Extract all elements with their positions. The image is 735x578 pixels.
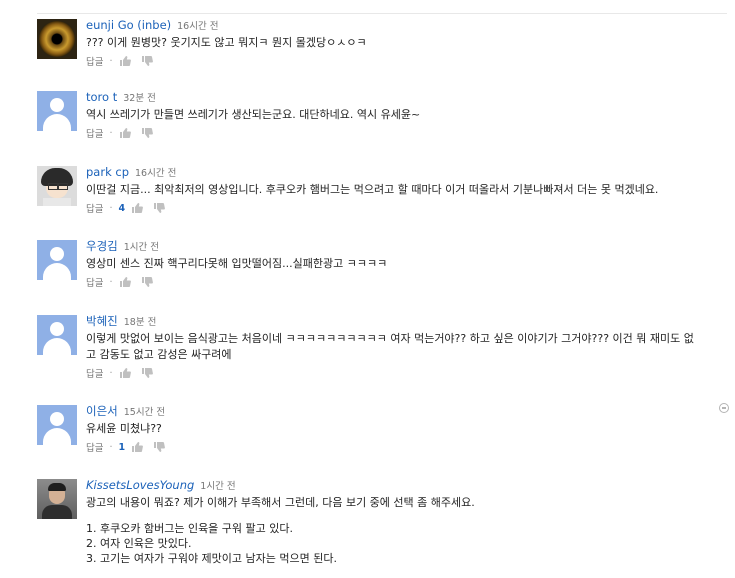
- comment-time[interactable]: 18분 전: [124, 317, 157, 328]
- like-count: 4: [118, 202, 126, 214]
- thumbs-up-icon[interactable]: [131, 202, 144, 214]
- thumbs-up-icon[interactable]: [131, 441, 144, 453]
- default-avatar-icon[interactable]: [37, 240, 77, 280]
- reply-button[interactable]: 답글: [86, 54, 103, 68]
- eye-avatar-icon[interactable]: [37, 19, 77, 59]
- comment-text-line: [86, 511, 726, 521]
- thumbs-down-icon[interactable]: [141, 127, 153, 139]
- reply-button[interactable]: 답글: [86, 440, 103, 454]
- comment-author[interactable]: 이은서: [86, 404, 118, 418]
- thumbs-down-icon[interactable]: [141, 276, 153, 288]
- reply-button[interactable]: 답글: [86, 275, 103, 289]
- anime-avatar-icon[interactable]: [37, 166, 77, 206]
- thumbs-up-icon[interactable]: [119, 127, 131, 139]
- comment-time[interactable]: 16시간 전: [177, 21, 218, 32]
- comment-text-line: 고 감동도 없고 감성은 싸구려에: [86, 348, 232, 361]
- comment-author[interactable]: toro t: [86, 90, 117, 104]
- divider: [37, 13, 727, 14]
- comment-text-line: 3. 고기는 여자가 구워야 제맛이고 남자는 먹으면 된다.: [86, 552, 337, 565]
- default-avatar-icon[interactable]: [37, 315, 77, 355]
- comment-text-line: 2. 여자 인육은 맛있다.: [86, 537, 192, 550]
- comment-text: 유세윤 미쳤냐??: [86, 422, 162, 435]
- comment-time[interactable]: 16시간 전: [135, 168, 176, 179]
- comment-time[interactable]: 15시간 전: [124, 407, 165, 418]
- comment-author[interactable]: park cp: [86, 165, 129, 179]
- comment-author[interactable]: 우경김: [86, 239, 118, 253]
- comment-text: 역시 쓰레기가 만들면 쓰레기가 생산되는군요. 대단하네요. 역시 유세윤~: [86, 108, 421, 121]
- comment-author[interactable]: eunji Go (inbe): [86, 18, 171, 32]
- comment-author[interactable]: 박혜진: [86, 314, 118, 328]
- default-avatar-icon[interactable]: [37, 405, 77, 445]
- reply-button[interactable]: 답글: [86, 201, 103, 215]
- reply-button[interactable]: 답글: [86, 126, 103, 140]
- comment-text: ??? 이게 뭔병맛? 웃기지도 않고 뭐지ㅋ 뭔지 몰겠당ㅇㅅㅇㅋ: [86, 36, 367, 49]
- thumbs-up-icon[interactable]: [119, 55, 131, 67]
- comment-time[interactable]: 1시간 전: [124, 242, 159, 253]
- thumbs-down-icon[interactable]: [141, 55, 153, 67]
- reply-button[interactable]: 답글: [86, 366, 103, 380]
- comment-time[interactable]: 32분 전: [123, 93, 156, 104]
- comment-text: 영상미 센스 진짜 핵구리다못해 입맛떨어짐...실패한광고 ㅋㅋㅋㅋ: [86, 257, 388, 270]
- thumbs-up-icon[interactable]: [119, 276, 131, 288]
- comment-text-line: 광고의 내용이 뭐죠? 제가 이해가 부족해서 그런데, 다음 보기 중에 선택…: [86, 496, 475, 509]
- comment-time[interactable]: 1시간 전: [200, 481, 235, 492]
- thumbs-down-icon[interactable]: [153, 202, 166, 214]
- comment-text: 이딴걸 지금... 최악최저의 영상입니다. 후쿠오카 햄버그는 먹으려고 할 …: [86, 183, 659, 196]
- thumbs-down-icon[interactable]: [141, 367, 153, 379]
- collapse-icon[interactable]: [719, 403, 729, 413]
- comment-text-line: 이렇게 맛없어 보이는 음식광고는 처음이네 ㅋㅋㅋㅋㅋㅋㅋㅋㅋㅋ 여자 먹는거…: [86, 332, 694, 345]
- comment-author[interactable]: KissetsLovesYoung: [86, 478, 194, 492]
- thumbs-down-icon[interactable]: [153, 441, 166, 453]
- like-count: 1: [118, 441, 126, 453]
- photo-avatar-icon[interactable]: [37, 479, 77, 519]
- comment-text-line: 1. 후쿠오카 함버그는 인육을 구워 팔고 있다.: [86, 522, 294, 535]
- default-avatar-icon[interactable]: [37, 91, 77, 131]
- thumbs-up-icon[interactable]: [119, 367, 131, 379]
